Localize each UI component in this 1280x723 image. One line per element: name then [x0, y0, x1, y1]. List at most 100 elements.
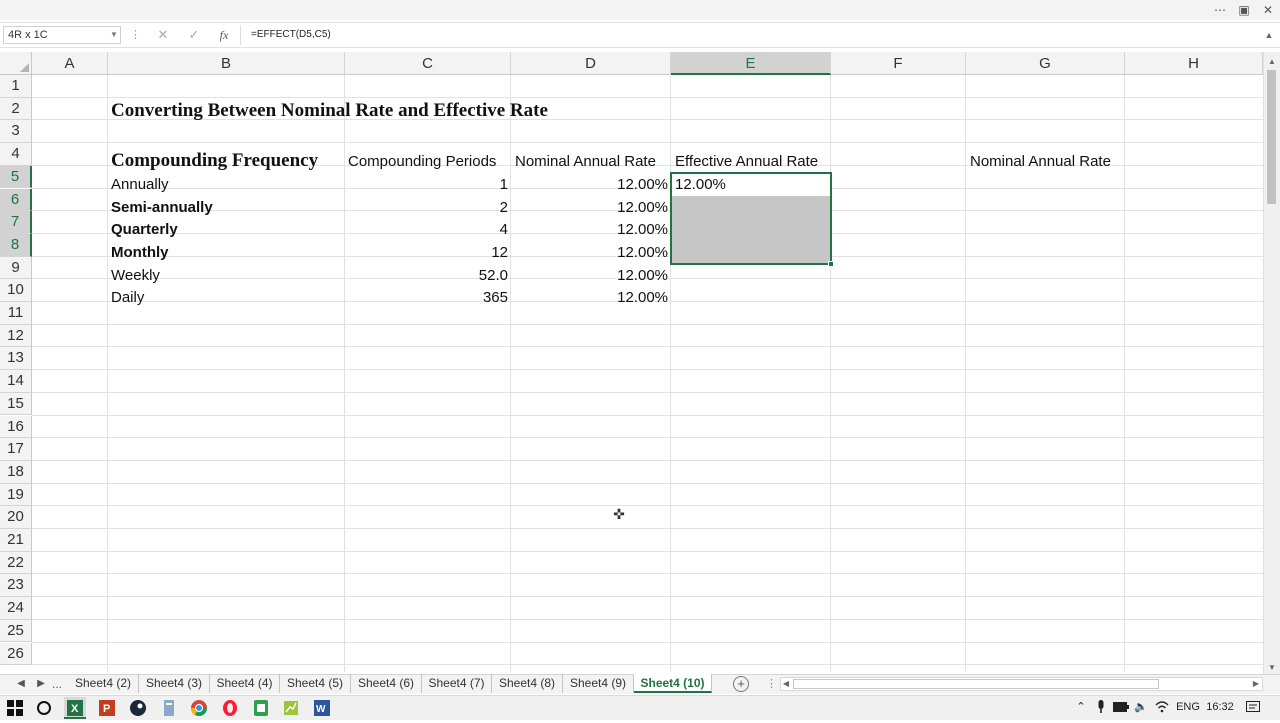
- tab-split-handle[interactable]: ⋮: [766, 677, 777, 691]
- steam-app-icon[interactable]: [127, 697, 149, 719]
- powerpoint-app-icon[interactable]: P: [96, 697, 118, 719]
- close-window-icon[interactable]: ✕: [1260, 2, 1276, 18]
- nominal-rate-cell[interactable]: 12.00%: [511, 287, 668, 309]
- sheet-tab[interactable]: Sheet4 (6): [351, 674, 422, 693]
- more-options-icon[interactable]: ⋯: [1212, 2, 1228, 18]
- sheet-tab-active[interactable]: Sheet4 (10): [634, 674, 712, 693]
- horizontal-scroll-thumb[interactable]: [793, 679, 1159, 689]
- frequency-cell[interactable]: Daily: [111, 287, 144, 309]
- worksheet-grid[interactable]: A B C D E F G H 1 2 3 4 5 6 7 8 9 10 11 12 13 14 15 16 1…: [0, 52, 1263, 672]
- windows-start-icon[interactable]: [4, 697, 26, 719]
- row-header[interactable]: 14: [0, 370, 32, 393]
- restore-window-icon[interactable]: ▣: [1236, 2, 1252, 18]
- green-document-app-icon[interactable]: [250, 697, 272, 719]
- row-header[interactable]: 4: [0, 143, 32, 166]
- column-header-h[interactable]: H: [1125, 52, 1263, 75]
- periods-cell[interactable]: 52.0: [345, 265, 508, 287]
- column-header-a[interactable]: A: [32, 52, 108, 75]
- frequency-cell[interactable]: Annually: [111, 174, 169, 196]
- row-header[interactable]: 18: [0, 460, 32, 484]
- nominal-rate-cell[interactable]: 12.00%: [511, 174, 668, 196]
- sheet-tab[interactable]: Sheet4 (3): [139, 674, 210, 693]
- formula-input[interactable]: =EFFECT(D5,C5): [251, 26, 1151, 44]
- battery-icon[interactable]: [1113, 698, 1129, 716]
- show-hidden-icons-icon[interactable]: ⌃: [1074, 698, 1088, 716]
- word-app-icon[interactable]: W: [311, 697, 333, 719]
- sheet-tab[interactable]: Sheet4 (8): [492, 674, 563, 693]
- excel-app-icon[interactable]: X: [64, 697, 86, 719]
- scroll-left-icon[interactable]: ◀: [781, 678, 791, 690]
- frequency-cell[interactable]: Semi-annually: [111, 197, 213, 219]
- column-header-e[interactable]: E: [671, 52, 831, 75]
- row-header[interactable]: 9: [0, 256, 32, 280]
- name-box[interactable]: 4R x 1C: [3, 26, 121, 44]
- frequency-cell[interactable]: Weekly: [111, 265, 160, 287]
- network-icon[interactable]: [1154, 698, 1170, 716]
- expand-formula-bar-icon[interactable]: ▲: [1262, 26, 1276, 44]
- header-nominal-annual-rate[interactable]: Nominal Annual Rate: [515, 151, 656, 173]
- column-header-g[interactable]: G: [966, 52, 1125, 75]
- sheet-tab[interactable]: Sheet4 (9): [563, 674, 634, 693]
- row-header[interactable]: 17: [0, 438, 32, 461]
- chrome-browser-icon[interactable]: [188, 697, 210, 719]
- row-header[interactable]: 11: [0, 302, 32, 325]
- language-indicator[interactable]: ENG: [1175, 698, 1201, 716]
- row-header[interactable]: 5: [0, 165, 32, 189]
- row-header[interactable]: 24: [0, 597, 32, 620]
- fill-handle[interactable]: [828, 261, 834, 267]
- row-header[interactable]: 1: [0, 75, 32, 98]
- more-sheets-ellipsis[interactable]: ...: [50, 676, 64, 692]
- row-header[interactable]: 6: [0, 188, 32, 212]
- enter-check-icon[interactable]: ✓: [184, 26, 204, 44]
- periods-cell[interactable]: 2: [345, 197, 508, 219]
- sheet-tab[interactable]: Sheet4 (5): [280, 674, 351, 693]
- scroll-down-icon[interactable]: ▼: [1266, 662, 1278, 674]
- vertical-scroll-thumb[interactable]: [1267, 70, 1276, 204]
- chart-app-icon[interactable]: [280, 697, 302, 719]
- column-header-c[interactable]: C: [345, 52, 511, 75]
- sheet-tab[interactable]: Sheet4 (4): [210, 674, 280, 693]
- sheet-tab[interactable]: Sheet4 (2): [68, 674, 139, 693]
- nominal-rate-cell[interactable]: 12.00%: [511, 242, 668, 264]
- column-header-d[interactable]: D: [511, 52, 671, 75]
- row-header[interactable]: 3: [0, 120, 32, 144]
- header-effective-annual-rate[interactable]: Effective Annual Rate: [675, 151, 818, 173]
- row-header[interactable]: 7: [0, 211, 32, 234]
- opera-browser-icon[interactable]: [219, 697, 241, 719]
- scroll-right-icon[interactable]: ▶: [1251, 678, 1261, 690]
- periods-cell[interactable]: 12: [345, 242, 508, 264]
- vertical-dots-icon[interactable]: ⋮: [130, 27, 141, 43]
- header-compounding-periods[interactable]: Compounding Periods: [348, 151, 496, 173]
- row-header[interactable]: 21: [0, 529, 32, 552]
- row-header[interactable]: 8: [0, 233, 32, 257]
- periods-cell[interactable]: 1: [345, 174, 508, 196]
- periods-cell[interactable]: 365: [345, 287, 508, 309]
- add-sheet-icon[interactable]: +: [733, 676, 749, 692]
- cancel-icon[interactable]: ✕: [153, 26, 173, 44]
- frequency-cell[interactable]: Quarterly: [111, 219, 178, 241]
- search-circle-icon[interactable]: [33, 697, 55, 719]
- tab-scroll-left-icon[interactable]: ◀: [14, 676, 28, 692]
- clock[interactable]: 16:32: [1205, 698, 1235, 716]
- row-header[interactable]: 12: [0, 324, 32, 348]
- insert-function-icon[interactable]: fx: [214, 26, 234, 44]
- row-header[interactable]: 16: [0, 415, 32, 439]
- column-header-f[interactable]: F: [831, 52, 966, 75]
- row-header[interactable]: 26: [0, 642, 32, 666]
- row-header[interactable]: 2: [0, 97, 32, 121]
- column-header-b[interactable]: B: [108, 52, 345, 75]
- frequency-cell[interactable]: Monthly: [111, 242, 169, 264]
- row-header[interactable]: 20: [0, 506, 32, 529]
- row-header[interactable]: 10: [0, 279, 32, 302]
- row-header[interactable]: 15: [0, 392, 32, 416]
- volume-icon[interactable]: 🔈: [1133, 698, 1149, 716]
- microphone-icon[interactable]: [1094, 698, 1108, 716]
- tab-scroll-right-icon[interactable]: ▶: [34, 676, 48, 692]
- header-nominal-annual-rate-g[interactable]: Nominal Annual Rate: [970, 151, 1111, 173]
- header-compounding-frequency[interactable]: Compounding Frequency: [111, 150, 318, 172]
- periods-cell[interactable]: 4: [345, 219, 508, 241]
- chevron-down-icon[interactable]: ▼: [108, 26, 120, 44]
- notifications-icon[interactable]: [1245, 698, 1261, 716]
- row-header[interactable]: 25: [0, 619, 32, 643]
- nominal-rate-cell[interactable]: 12.00%: [511, 219, 668, 241]
